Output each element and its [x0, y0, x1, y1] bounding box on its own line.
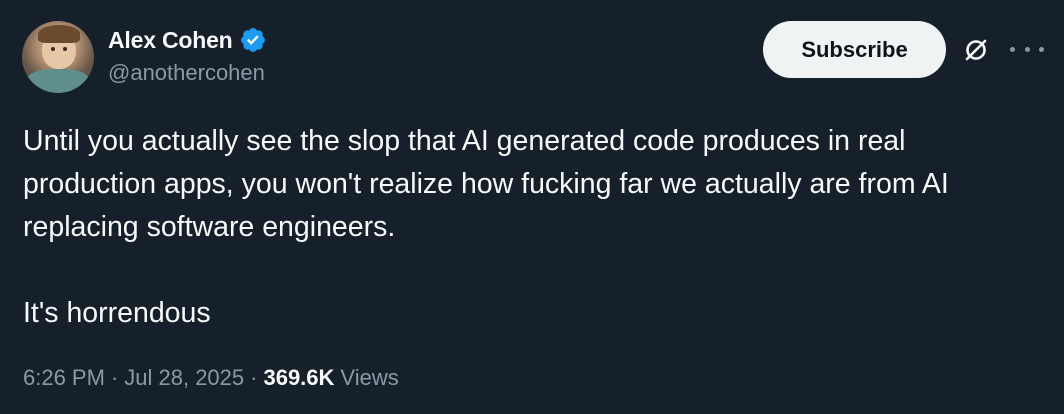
views-label: Views — [340, 365, 399, 390]
grok-icon[interactable] — [960, 34, 992, 66]
subscribe-button[interactable]: Subscribe — [763, 21, 946, 78]
views-count[interactable]: 369.6K — [263, 365, 334, 391]
more-dot — [1010, 46, 1015, 52]
avatar-eye-left — [51, 47, 55, 51]
tweet-paragraph: It's horrendous — [23, 297, 211, 329]
tweet-meta: 6:26 PM · Jul 28, 2025 · 369.6K Views — [23, 365, 399, 391]
tweet-time[interactable]: 6:26 PM — [23, 365, 105, 391]
author-name-row[interactable]: Alex Cohen — [108, 24, 267, 56]
avatar[interactable] — [22, 21, 94, 93]
more-dot — [1039, 46, 1044, 52]
avatar-eye-right — [63, 47, 67, 51]
meta-separator: · — [250, 365, 258, 390]
author-handle[interactable]: @anothercohen — [108, 60, 265, 86]
verified-badge-icon[interactable] — [239, 26, 267, 54]
tweet-date[interactable]: Jul 28, 2025 — [124, 365, 244, 391]
tweet-paragraph: Until you actually see the slop that AI … — [23, 125, 949, 243]
more-options-icon[interactable] — [1010, 36, 1044, 62]
author-display-name[interactable]: Alex Cohen — [108, 27, 233, 54]
meta-separator: · — [110, 365, 119, 390]
avatar-shirt — [26, 69, 90, 93]
avatar-hair — [38, 25, 80, 43]
tweet-body: Until you actually see the slop that AI … — [23, 120, 1043, 335]
tweet-card: Alex Cohen @anothercohen Subscribe Until… — [0, 0, 1064, 414]
more-dot — [1024, 46, 1030, 52]
